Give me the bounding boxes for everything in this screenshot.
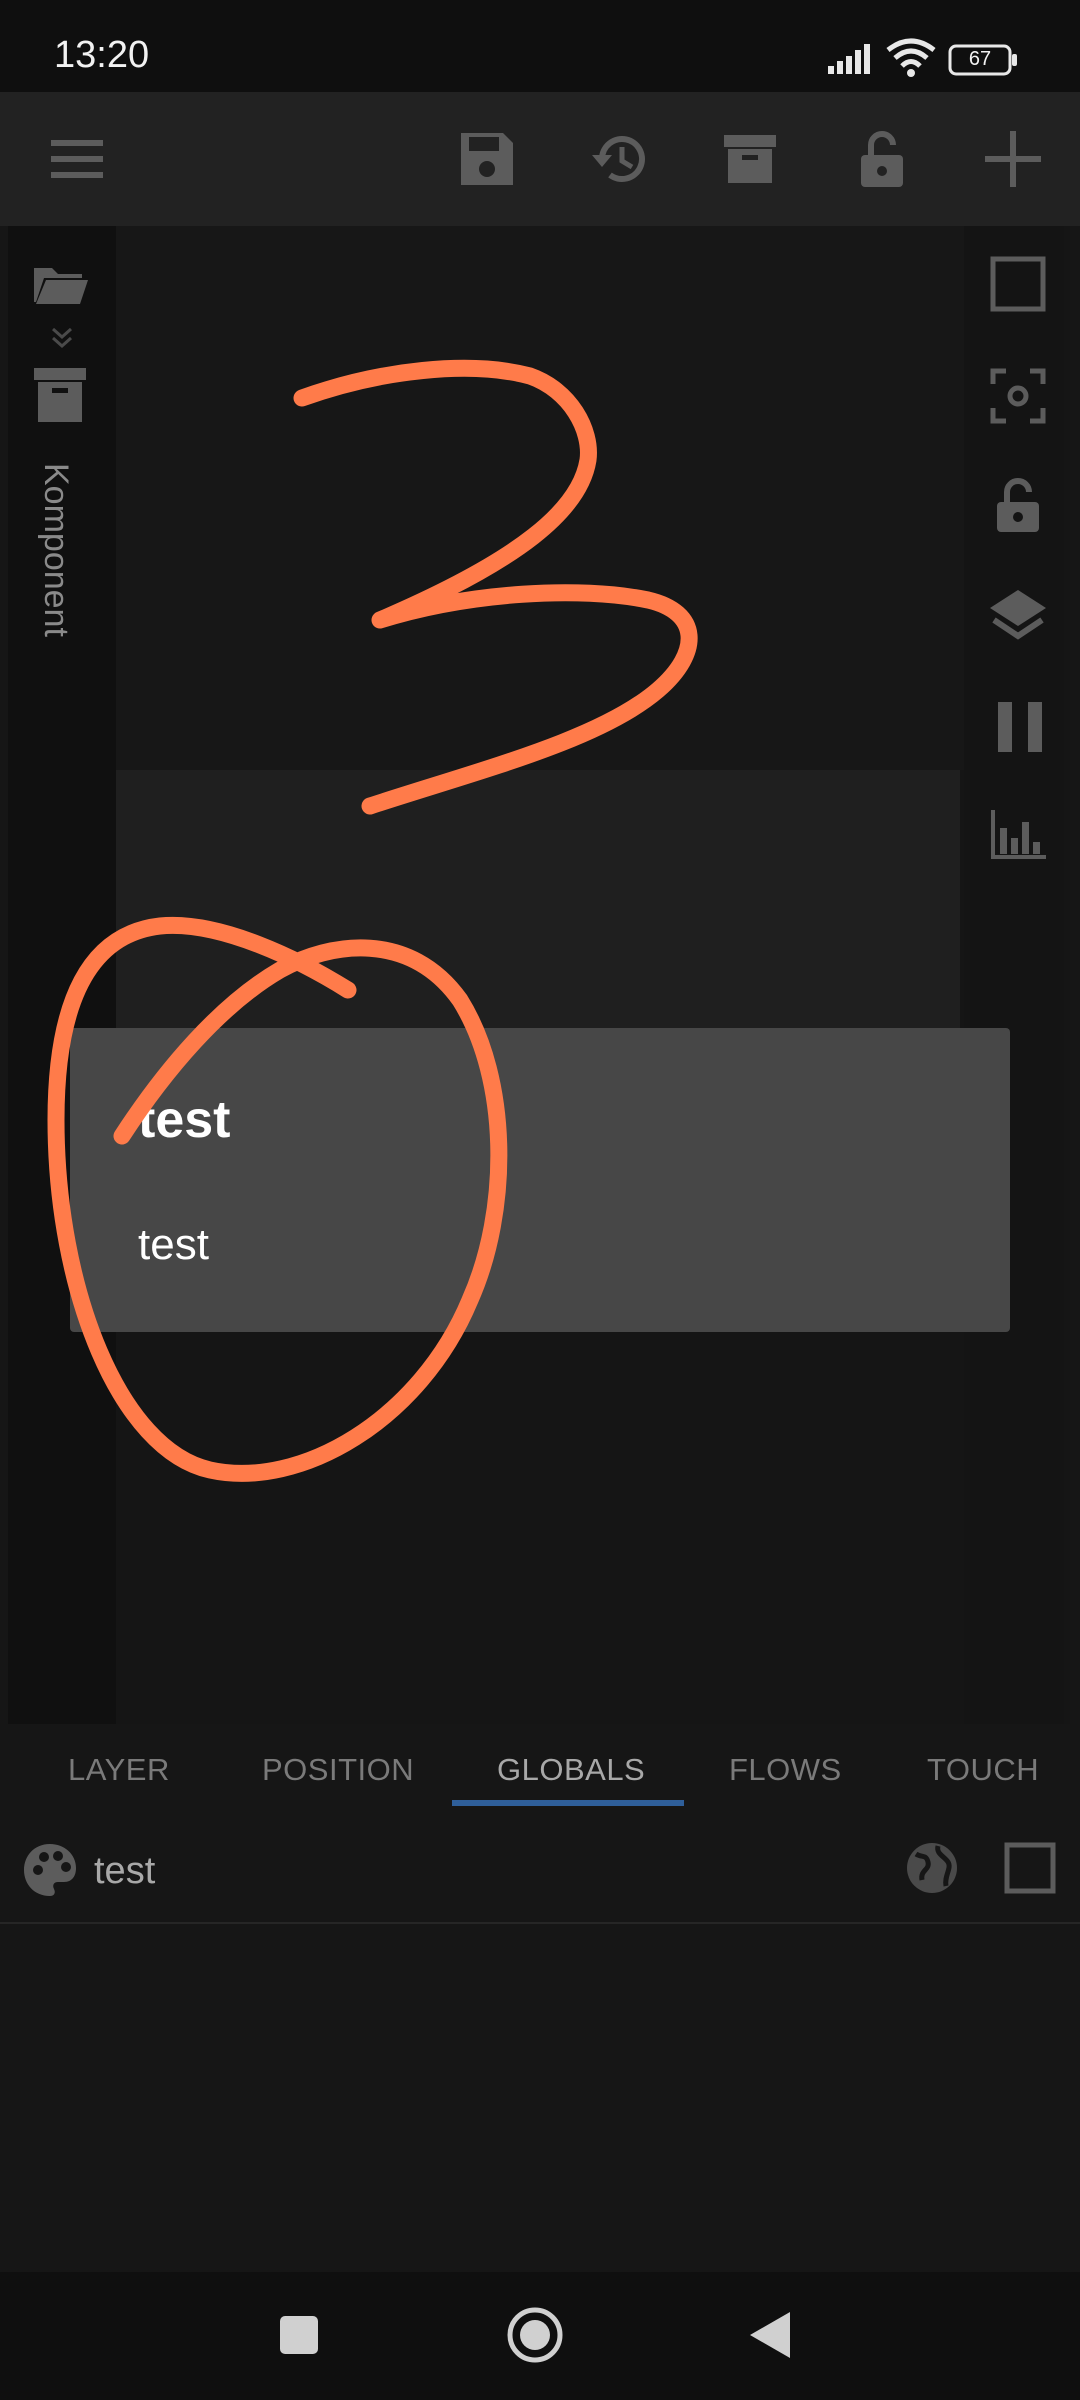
layers-icon[interactable]: [988, 588, 1048, 644]
component-panel-label[interactable]: Komponent: [31, 463, 75, 637]
menu-icon[interactable]: [32, 114, 122, 204]
canvas-page: [116, 226, 964, 770]
signal-icon: [828, 44, 878, 74]
dialog-message: test: [138, 1220, 209, 1269]
active-tab-indicator: [452, 1800, 684, 1806]
archive-icon[interactable]: [705, 114, 795, 204]
recents-icon[interactable]: [278, 2314, 320, 2356]
component-archive-icon[interactable]: [32, 366, 88, 424]
square-icon[interactable]: [990, 256, 1046, 312]
checkbox-icon[interactable]: [1004, 1842, 1056, 1894]
left-panel: [8, 226, 116, 1724]
add-icon[interactable]: [968, 114, 1058, 204]
toolbar: [0, 92, 1080, 226]
tab-layer[interactable]: LAYER: [68, 1752, 170, 1788]
tab-flows[interactable]: FLOWS: [729, 1752, 842, 1788]
globe-icon[interactable]: [904, 1840, 960, 1896]
tab-touch[interactable]: TOUCH: [927, 1752, 1039, 1788]
battery-level: 67: [968, 48, 992, 70]
status-time: 13:20: [54, 34, 150, 76]
chart-icon[interactable]: [990, 808, 1048, 860]
dialog-title: test: [138, 1091, 231, 1149]
lock-icon[interactable]: [837, 114, 927, 204]
home-icon[interactable]: [506, 2306, 564, 2364]
tab-globals[interactable]: GLOBALS: [497, 1752, 645, 1788]
dialog[interactable]: [70, 1028, 1010, 1332]
wifi-icon: [886, 38, 936, 78]
canvas-element[interactable]: [116, 770, 960, 1030]
pause-icon[interactable]: [996, 700, 1044, 754]
chevron-down-icon[interactable]: [50, 326, 74, 350]
global-name: test: [94, 1850, 156, 1892]
lock-element-icon[interactable]: [994, 476, 1042, 534]
focus-icon[interactable]: [990, 368, 1046, 424]
history-icon[interactable]: [575, 114, 665, 204]
folder-icon[interactable]: [32, 262, 90, 306]
save-icon[interactable]: [442, 114, 532, 204]
palette-icon: [20, 1840, 80, 1900]
tab-position[interactable]: POSITION: [262, 1752, 414, 1788]
right-tools-panel: [964, 226, 1064, 1724]
back-icon[interactable]: [748, 2310, 792, 2360]
